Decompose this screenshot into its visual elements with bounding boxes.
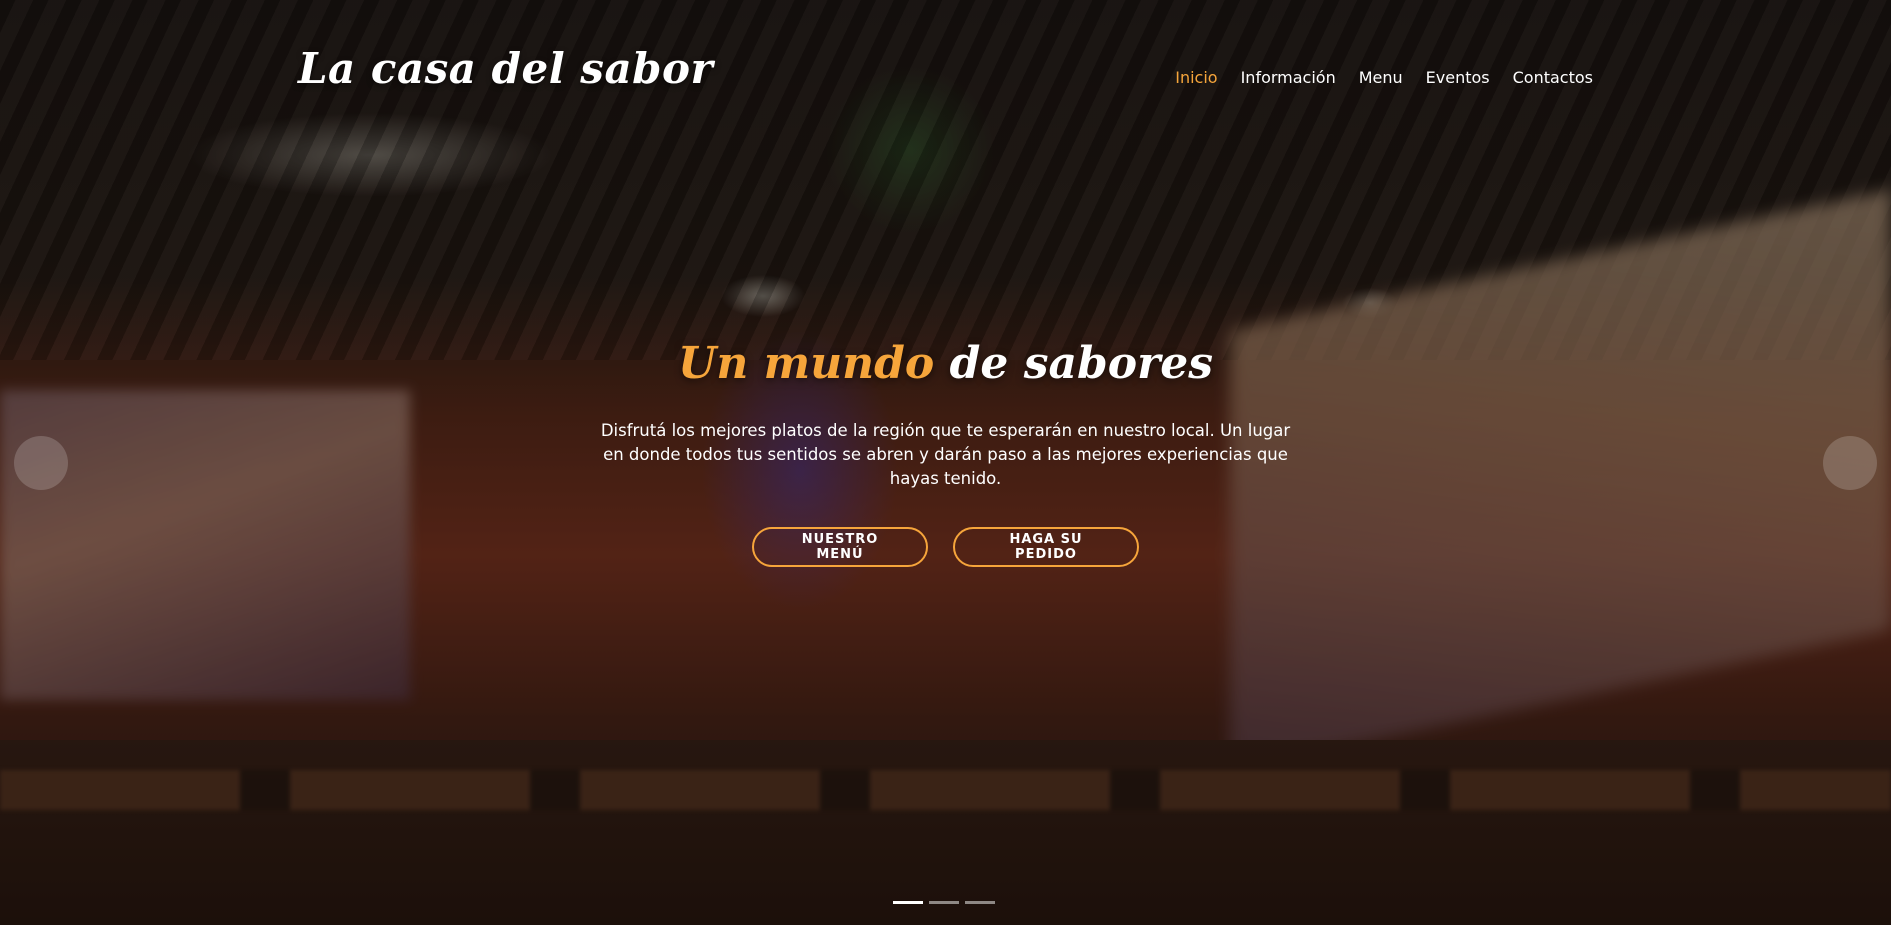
carousel-indicator-2[interactable] [929, 901, 959, 904]
hero-buttons: NUESTRO MENÚ HAGA SU PEDIDO [0, 526, 1891, 567]
carousel-prev-button[interactable] [14, 436, 68, 490]
nav-item-contactos[interactable]: Contactos [1513, 68, 1593, 87]
carousel-indicators [893, 901, 995, 904]
hero-description: Disfrutá los mejores platos de la región… [600, 420, 1291, 488]
carousel-indicator-3[interactable] [965, 901, 995, 904]
carousel-indicator-1[interactable] [893, 901, 923, 904]
headline-accent: Un mundo [677, 338, 935, 389]
nav-item-informacion[interactable]: Información [1241, 68, 1336, 87]
nav-item-eventos[interactable]: Eventos [1426, 68, 1490, 87]
nav-item-inicio[interactable]: Inicio [1175, 68, 1217, 87]
headline-rest: de sabores [949, 338, 1214, 389]
nav-item-menu[interactable]: Menu [1359, 68, 1403, 87]
hero-content: Un mundo de sabores Disfrutá los mejores… [0, 338, 1891, 567]
our-menu-button[interactable]: NUESTRO MENÚ [752, 526, 928, 567]
hero-headline: Un mundo de sabores [0, 338, 1891, 391]
carousel-next-button[interactable] [1823, 436, 1877, 490]
main-nav: Inicio Información Menu Eventos Contacto… [1175, 68, 1593, 87]
place-order-button[interactable]: HAGA SU PEDIDO [953, 526, 1139, 567]
site-header: La casa del sabor Inicio Información Men… [0, 0, 1891, 160]
brand-logo[interactable]: La casa del sabor [298, 44, 713, 93]
